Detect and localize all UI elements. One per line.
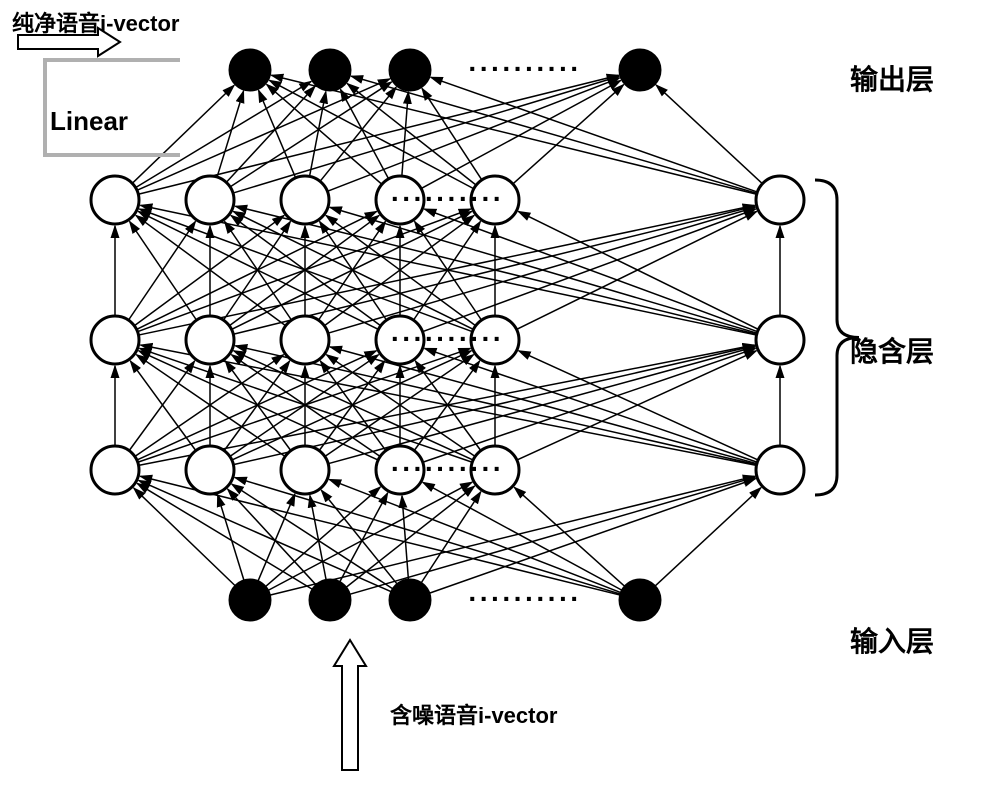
neural-network-diagram: ·········· ·········· ·········· ··········… (0, 0, 1000, 793)
hidden-layer-brace (815, 180, 859, 495)
svg-text:··········: ·········· (468, 53, 581, 84)
top-arrow-icon (18, 28, 120, 56)
linear-bracket (45, 60, 180, 155)
svg-text:··········: ·········· (391, 323, 504, 354)
bottom-arrow-icon (334, 640, 366, 770)
svg-text:··········: ·········· (391, 453, 504, 484)
decorations (18, 28, 859, 770)
svg-text:··········: ·········· (391, 183, 504, 214)
svg-text:··········: ·········· (468, 583, 581, 614)
